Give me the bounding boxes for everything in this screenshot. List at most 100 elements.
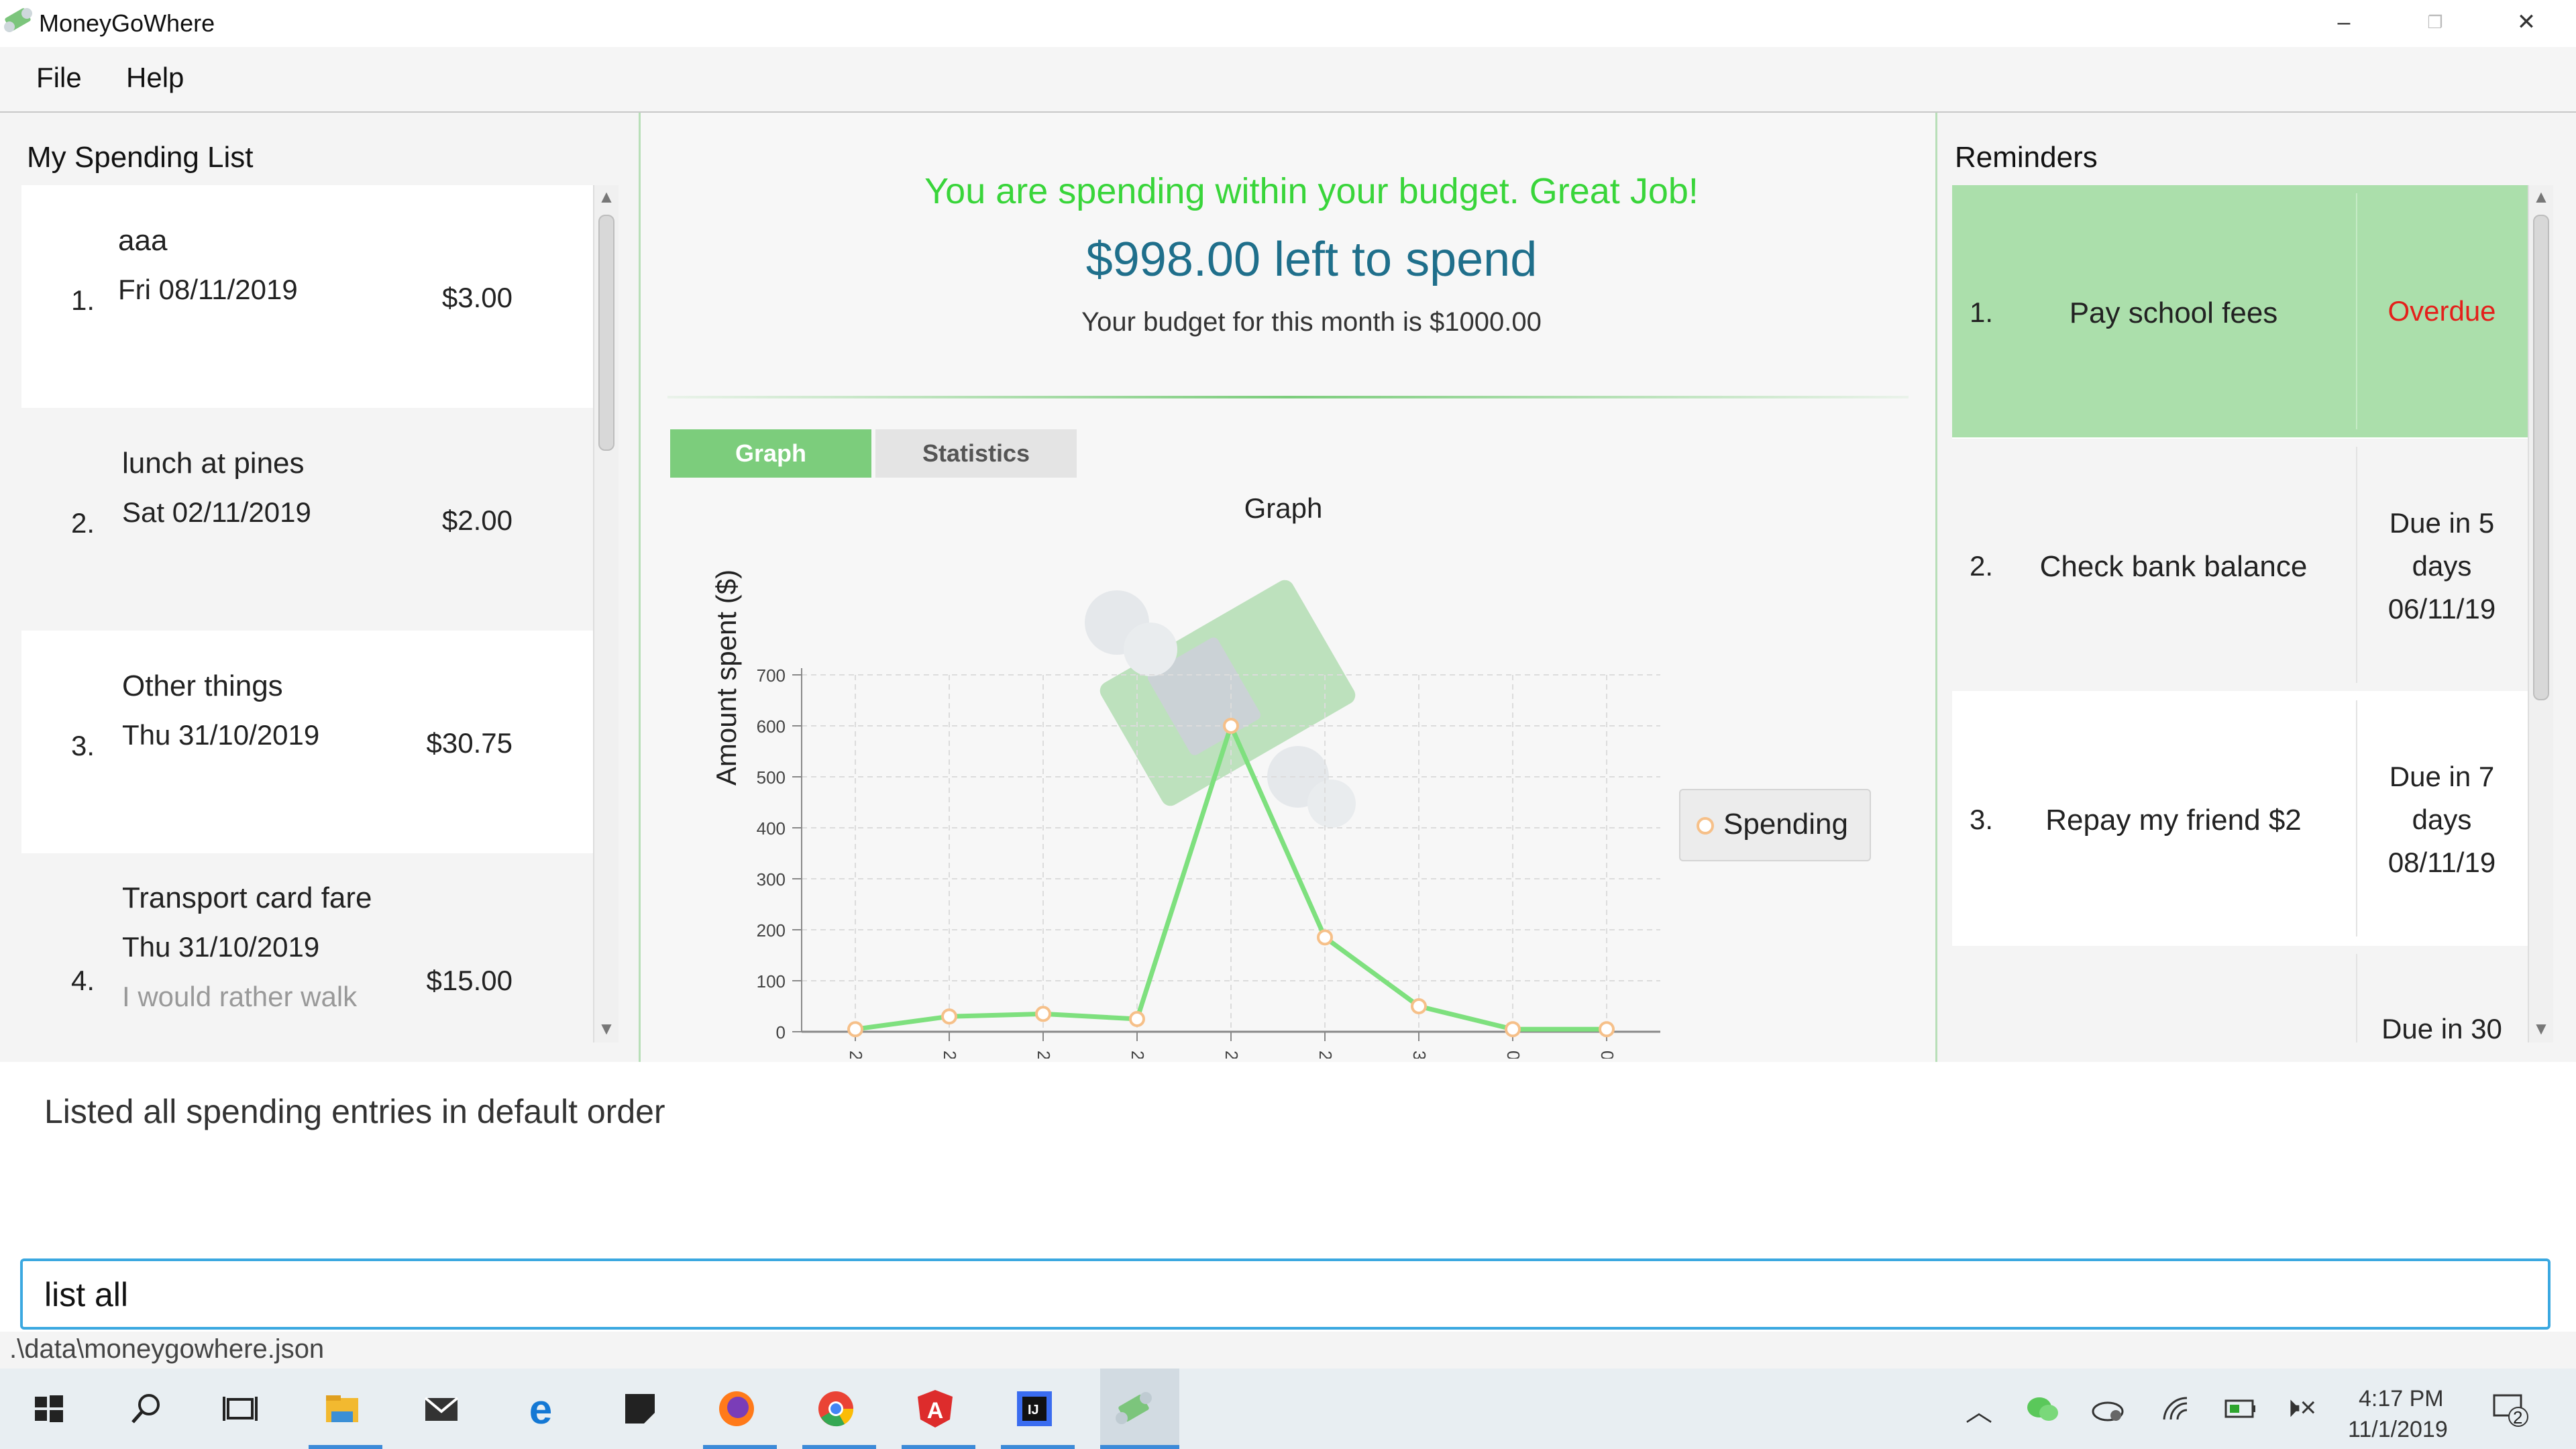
- scroll-down-icon[interactable]: ▼: [2528, 1018, 2555, 1039]
- x-tick-label: 22/10/2019: [1034, 1051, 1054, 1059]
- spending-name: lunch at pines: [122, 447, 305, 480]
- reminder-index: 1.: [1970, 297, 1994, 328]
- reminder-description: Repay my friend $2: [2045, 804, 2302, 837]
- spending-remark: I would rather walk: [122, 981, 358, 1012]
- battery-icon[interactable]: [2224, 1398, 2257, 1421]
- x-tick-label: 23/10/2019: [1128, 1051, 1148, 1059]
- scroll-up-icon[interactable]: ▲: [593, 186, 620, 207]
- data-point: [1129, 1011, 1145, 1027]
- scroll-up-icon[interactable]: ▲: [2528, 186, 2555, 207]
- mail-icon[interactable]: [420, 1387, 463, 1430]
- scroll-down-icon[interactable]: ▼: [593, 1018, 620, 1039]
- spending-index: 3.: [71, 730, 95, 761]
- spending-list[interactable]: 1. aaa Fri 08/11/2019 $3.00 2. lunch at …: [21, 185, 593, 1042]
- angular-icon[interactable]: A: [914, 1387, 957, 1430]
- tab-graph[interactable]: Graph: [670, 429, 871, 478]
- reminder-row[interactable]: 2. Check bank balance Due in 5 days 06/1…: [1952, 439, 2528, 692]
- clock-date[interactable]: 11/1/2019: [2348, 1417, 2448, 1443]
- reminder-due-line: days: [2412, 804, 2472, 835]
- data-point: [1223, 718, 1239, 734]
- reminder-row[interactable]: 3. Repay my friend $2 Due in 7 days 08/1…: [1952, 692, 2528, 946]
- spending-date: Thu 31/10/2019: [122, 719, 320, 751]
- scroll-thumb[interactable]: [598, 215, 614, 451]
- moneygowhere-icon[interactable]: [1112, 1387, 1155, 1430]
- y-tick-label: 300: [757, 869, 786, 890]
- svg-text:e: e: [529, 1387, 552, 1430]
- chart-y-axis-label: Amount spent ($): [710, 569, 742, 786]
- y-tick-label: 600: [757, 716, 786, 737]
- menu-file[interactable]: File: [36, 62, 82, 94]
- spending-scrollbar[interactable]: ▲ ▼: [593, 185, 619, 1042]
- notification-center-icon[interactable]: [2493, 1393, 2530, 1428]
- result-text: Listed all spending entries in default o…: [44, 1093, 665, 1130]
- spending-card[interactable]: 2. lunch at pines Sat 02/11/2019 $2.00: [21, 408, 593, 631]
- maximize-button[interactable]: ❐: [2415, 5, 2455, 39]
- chrome-icon[interactable]: [814, 1387, 857, 1430]
- budget-panel: You are spending within your budget. Gre…: [639, 113, 1937, 1062]
- reminder-row[interactable]: 1. Pay school fees Overdue: [1952, 185, 2528, 439]
- status-bar: .\data\moneygowhere.json: [0, 1332, 2576, 1369]
- clock-time[interactable]: 4:17 PM: [2359, 1386, 2444, 1412]
- y-tick-label: 400: [757, 818, 786, 839]
- x-tick-label: 31/10/2019: [1409, 1051, 1430, 1059]
- reminder-due-line: days: [2412, 550, 2472, 582]
- wechat-icon[interactable]: [2026, 1394, 2061, 1424]
- reminders-scrollbar[interactable]: ▲ ▼: [2528, 185, 2553, 1042]
- y-tick-label: 200: [757, 920, 786, 941]
- spending-card[interactable]: 4. Transport card fare Thu 31/10/2019 $1…: [21, 853, 593, 1042]
- spending-amount: $3.00: [441, 282, 513, 313]
- x-tick-label: 24/10/2019: [1222, 1051, 1242, 1059]
- data-point: [1505, 1021, 1521, 1038]
- reminder-due: Overdue: [2387, 295, 2496, 327]
- reminder-description: Pay school fees: [2069, 297, 2278, 329]
- reminder-index: 2.: [1970, 550, 1994, 582]
- legend-marker-icon: [1697, 817, 1714, 835]
- spending-card[interactable]: 3. Other things Thu 31/10/2019 $30.75: [21, 631, 593, 853]
- x-tick-label: 08/11/2019: [1597, 1051, 1617, 1059]
- scroll-thumb[interactable]: [2533, 215, 2549, 700]
- data-point: [941, 1008, 957, 1025]
- spending-index: 2.: [71, 507, 95, 539]
- minimize-button[interactable]: –: [2324, 5, 2364, 39]
- svg-text:IJ: IJ: [1028, 1403, 1039, 1417]
- firefox-icon[interactable]: [715, 1387, 758, 1430]
- menu-help[interactable]: Help: [126, 62, 184, 94]
- volume-muted-icon[interactable]: 🕨×: [2282, 1391, 2316, 1424]
- search-icon[interactable]: [125, 1387, 168, 1430]
- windows-start-icon[interactable]: [27, 1387, 70, 1430]
- reminder-due-line: Due in 7: [2389, 761, 2495, 792]
- reminder-row[interactable]: Due in 30: [1952, 946, 2528, 1042]
- reminder-due-line: Due in 30: [2381, 1013, 2502, 1042]
- edge-icon[interactable]: e: [519, 1387, 562, 1430]
- divider: [667, 396, 1909, 398]
- task-view-icon[interactable]: [219, 1387, 262, 1430]
- file-explorer-icon[interactable]: [321, 1387, 364, 1430]
- command-box[interactable]: [20, 1258, 2551, 1330]
- spending-index: 4.: [71, 965, 95, 996]
- wifi-icon[interactable]: [2161, 1395, 2192, 1422]
- reminder-list[interactable]: 1. Pay school fees Overdue 2. Check bank…: [1952, 185, 2528, 1042]
- data-point: [847, 1021, 863, 1038]
- chart-legend: Spending: [1679, 789, 1871, 861]
- tab-statistics[interactable]: Statistics: [875, 429, 1077, 478]
- reminder-due-date: 06/11/19: [2387, 593, 2496, 625]
- legend-label: Spending: [1723, 808, 1848, 841]
- budget-status-message: You are spending within your budget. Gre…: [924, 171, 1699, 211]
- show-hidden-icons-icon[interactable]: ︿: [1966, 1390, 1992, 1429]
- spending-list-title: My Spending List: [27, 141, 254, 174]
- result-display: Listed all spending entries in default o…: [21, 1077, 2555, 1242]
- monthly-budget: Your budget for this month is $1000.00: [1081, 307, 1542, 337]
- data-point: [1317, 929, 1333, 946]
- intellij-icon[interactable]: IJ: [1013, 1387, 1056, 1430]
- close-button[interactable]: ✕: [2506, 5, 2546, 39]
- sticky-notes-icon[interactable]: [619, 1387, 661, 1430]
- spending-name: aaa: [118, 224, 168, 257]
- windows-taskbar: e A IJ ︿ 🕨× 4:17 PM 11/1/2019 2: [0, 1368, 2576, 1449]
- spending-card[interactable]: 1. aaa Fri 08/11/2019 $3.00: [21, 185, 593, 408]
- data-point: [1035, 1006, 1051, 1022]
- watermark-logo-icon: [1085, 580, 1356, 828]
- spending-amount: $2.00: [441, 504, 513, 536]
- command-input[interactable]: [43, 1272, 2461, 1318]
- onedrive-icon[interactable]: [2092, 1397, 2125, 1424]
- y-tick-label: 0: [776, 1022, 786, 1042]
